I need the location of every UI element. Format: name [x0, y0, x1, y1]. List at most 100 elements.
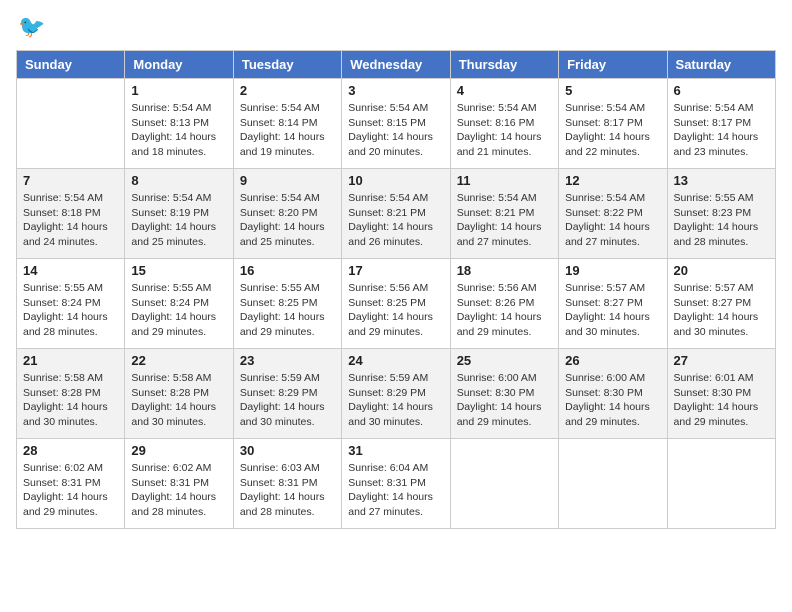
calendar-cell [450, 439, 558, 529]
weekday-header-friday: Friday [559, 51, 667, 79]
calendar-week-row: 7 Sunrise: 5:54 AM Sunset: 8:18 PM Daylig… [17, 169, 776, 259]
day-number: 21 [23, 353, 118, 368]
weekday-header-sunday: Sunday [17, 51, 125, 79]
weekday-header-wednesday: Wednesday [342, 51, 450, 79]
day-number: 22 [131, 353, 226, 368]
day-number: 3 [348, 83, 443, 98]
calendar-cell [559, 439, 667, 529]
weekday-header-row: SundayMondayTuesdayWednesdayThursdayFrid… [17, 51, 776, 79]
day-number: 23 [240, 353, 335, 368]
calendar-cell: 5Sunrise: 5:54 AM Sunset: 8:17 PM Daylig… [559, 79, 667, 169]
calendar-cell: 7 Sunrise: 5:54 AM Sunset: 8:18 PM Daylig… [17, 169, 125, 259]
day-info: Sunrise: 5:55 AM Sunset: 8:23 PM Dayligh… [674, 191, 769, 250]
calendar-cell: 21 Sunrise: 5:58 AM Sunset: 8:28 PM Dayli… [17, 349, 125, 439]
day-number: 27 [674, 353, 769, 368]
calendar-cell: 8Sunrise: 5:54 AM Sunset: 8:19 PM Daylig… [125, 169, 233, 259]
weekday-header-tuesday: Tuesday [233, 51, 341, 79]
calendar-week-row: 14 Sunrise: 5:55 AM Sunset: 8:24 PM Dayli… [17, 259, 776, 349]
day-info: Sunrise: 5:55 AM Sunset: 8:24 PM Dayligh… [131, 281, 226, 340]
calendar-cell: 25 Sunrise: 6:00 AM Sunset: 8:30 PM Dayli… [450, 349, 558, 439]
day-number: 19 [565, 263, 660, 278]
day-info: Sunrise: 5:55 AM Sunset: 8:25 PM Dayligh… [240, 281, 335, 340]
day-number: 4 [457, 83, 552, 98]
calendar-cell: 16 Sunrise: 5:55 AM Sunset: 8:25 PM Dayli… [233, 259, 341, 349]
day-number: 13 [674, 173, 769, 188]
day-info: Sunrise: 5:56 AM Sunset: 8:25 PM Dayligh… [348, 281, 443, 340]
calendar-cell: 12 Sunrise: 5:54 AM Sunset: 8:22 PM Dayli… [559, 169, 667, 259]
day-number: 17 [348, 263, 443, 278]
logo: 🐦 [16, 16, 45, 38]
calendar-cell: 1 Sunrise: 5:54 AM Sunset: 8:13 PM Daylig… [125, 79, 233, 169]
day-info: Sunrise: 5:54 AM Sunset: 8:21 PM Dayligh… [457, 191, 552, 250]
calendar-cell: 4Sunrise: 5:54 AM Sunset: 8:16 PM Daylig… [450, 79, 558, 169]
weekday-header-saturday: Saturday [667, 51, 775, 79]
day-info: Sunrise: 5:57 AM Sunset: 8:27 PM Dayligh… [565, 281, 660, 340]
day-number: 7 [23, 173, 118, 188]
day-info: Sunrise: 5:56 AM Sunset: 8:26 PM Dayligh… [457, 281, 552, 340]
day-info: Sunrise: 5:54 AM Sunset: 8:22 PM Dayligh… [565, 191, 660, 250]
day-number: 6 [674, 83, 769, 98]
day-info: Sunrise: 5:58 AM Sunset: 8:28 PM Dayligh… [131, 371, 226, 430]
weekday-header-thursday: Thursday [450, 51, 558, 79]
day-info: Sunrise: 5:59 AM Sunset: 8:29 PM Dayligh… [240, 371, 335, 430]
day-info: Sunrise: 5:54 AM Sunset: 8:18 PM Dayligh… [23, 191, 118, 250]
day-number: 5 [565, 83, 660, 98]
day-number: 28 [23, 443, 118, 458]
calendar-cell: 19 Sunrise: 5:57 AM Sunset: 8:27 PM Dayli… [559, 259, 667, 349]
day-info: Sunrise: 6:02 AM Sunset: 8:31 PM Dayligh… [131, 461, 226, 520]
calendar-cell: 30 Sunrise: 6:03 AM Sunset: 8:31 PM Dayli… [233, 439, 341, 529]
page-header: 🐦 [16, 16, 776, 38]
calendar-cell: 11 Sunrise: 5:54 AM Sunset: 8:21 PM Dayli… [450, 169, 558, 259]
calendar-cell: 6 Sunrise: 5:54 AM Sunset: 8:17 PM Daylig… [667, 79, 775, 169]
day-info: Sunrise: 5:57 AM Sunset: 8:27 PM Dayligh… [674, 281, 769, 340]
calendar-cell: 17 Sunrise: 5:56 AM Sunset: 8:25 PM Dayli… [342, 259, 450, 349]
day-info: Sunrise: 5:54 AM Sunset: 8:20 PM Dayligh… [240, 191, 335, 250]
calendar-cell: 9 Sunrise: 5:54 AM Sunset: 8:20 PM Daylig… [233, 169, 341, 259]
day-info: Sunrise: 5:54 AM Sunset: 8:21 PM Dayligh… [348, 191, 443, 250]
day-number: 10 [348, 173, 443, 188]
day-info: Sunrise: 6:00 AM Sunset: 8:30 PM Dayligh… [457, 371, 552, 430]
day-info: Sunrise: 5:58 AM Sunset: 8:28 PM Dayligh… [23, 371, 118, 430]
calendar-cell: 14 Sunrise: 5:55 AM Sunset: 8:24 PM Dayli… [17, 259, 125, 349]
calendar-cell: 29 Sunrise: 6:02 AM Sunset: 8:31 PM Dayli… [125, 439, 233, 529]
day-info: Sunrise: 5:54 AM Sunset: 8:17 PM Dayligh… [674, 101, 769, 160]
day-info: Sunrise: 6:02 AM Sunset: 8:31 PM Dayligh… [23, 461, 118, 520]
day-number: 18 [457, 263, 552, 278]
day-number: 14 [23, 263, 118, 278]
logo-bird-icon: 🐦 [18, 14, 45, 39]
calendar-cell: 22 Sunrise: 5:58 AM Sunset: 8:28 PM Dayli… [125, 349, 233, 439]
calendar-cell: 24Sunrise: 5:59 AM Sunset: 8:29 PM Dayli… [342, 349, 450, 439]
day-info: Sunrise: 5:54 AM Sunset: 8:15 PM Dayligh… [348, 101, 443, 160]
day-info: Sunrise: 6:00 AM Sunset: 8:30 PM Dayligh… [565, 371, 660, 430]
day-info: Sunrise: 5:59 AM Sunset: 8:29 PM Dayligh… [348, 371, 443, 430]
day-number: 25 [457, 353, 552, 368]
day-info: Sunrise: 5:54 AM Sunset: 8:13 PM Dayligh… [131, 101, 226, 160]
calendar-cell: 15Sunrise: 5:55 AM Sunset: 8:24 PM Dayli… [125, 259, 233, 349]
day-number: 11 [457, 173, 552, 188]
day-number: 29 [131, 443, 226, 458]
day-info: Sunrise: 5:54 AM Sunset: 8:19 PM Dayligh… [131, 191, 226, 250]
calendar-cell: 28 Sunrise: 6:02 AM Sunset: 8:31 PM Dayli… [17, 439, 125, 529]
calendar-cell: 20Sunrise: 5:57 AM Sunset: 8:27 PM Dayli… [667, 259, 775, 349]
calendar-cell: 26Sunrise: 6:00 AM Sunset: 8:30 PM Dayli… [559, 349, 667, 439]
day-number: 31 [348, 443, 443, 458]
calendar-cell: 13 Sunrise: 5:55 AM Sunset: 8:23 PM Dayli… [667, 169, 775, 259]
day-number: 12 [565, 173, 660, 188]
day-number: 9 [240, 173, 335, 188]
day-number: 16 [240, 263, 335, 278]
day-number: 30 [240, 443, 335, 458]
calendar-cell: 27 Sunrise: 6:01 AM Sunset: 8:30 PM Dayli… [667, 349, 775, 439]
day-number: 1 [131, 83, 226, 98]
calendar-cell [667, 439, 775, 529]
calendar-cell: 10 Sunrise: 5:54 AM Sunset: 8:21 PM Dayli… [342, 169, 450, 259]
day-info: Sunrise: 6:01 AM Sunset: 8:30 PM Dayligh… [674, 371, 769, 430]
calendar-table: SundayMondayTuesdayWednesdayThursdayFrid… [16, 50, 776, 529]
day-info: Sunrise: 6:03 AM Sunset: 8:31 PM Dayligh… [240, 461, 335, 520]
day-info: Sunrise: 6:04 AM Sunset: 8:31 PM Dayligh… [348, 461, 443, 520]
calendar-cell: 18 Sunrise: 5:56 AM Sunset: 8:26 PM Dayli… [450, 259, 558, 349]
calendar-week-row: 1 Sunrise: 5:54 AM Sunset: 8:13 PM Daylig… [17, 79, 776, 169]
calendar-cell: 23 Sunrise: 5:59 AM Sunset: 8:29 PM Dayli… [233, 349, 341, 439]
calendar-week-row: 28 Sunrise: 6:02 AM Sunset: 8:31 PM Dayli… [17, 439, 776, 529]
day-info: Sunrise: 5:54 AM Sunset: 8:14 PM Dayligh… [240, 101, 335, 160]
day-info: Sunrise: 5:55 AM Sunset: 8:24 PM Dayligh… [23, 281, 118, 340]
